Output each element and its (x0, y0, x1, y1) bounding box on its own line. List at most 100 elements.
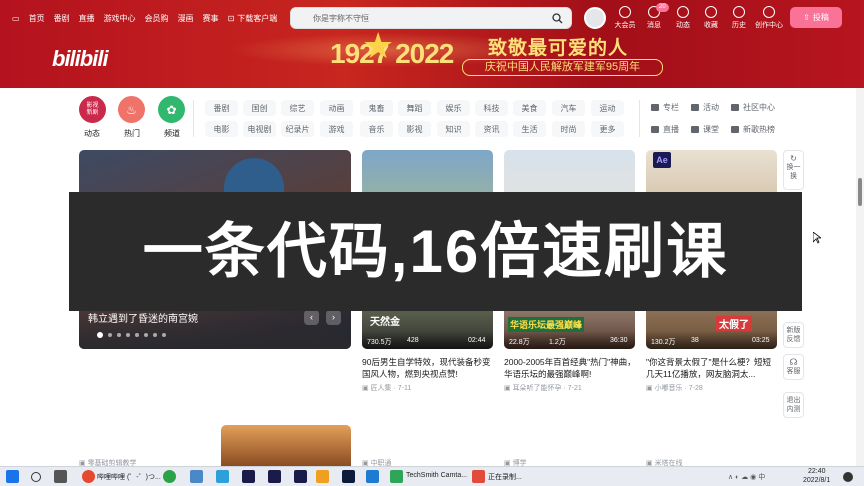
nav-esports[interactable]: 赛事 (203, 13, 219, 24)
photoshop-icon[interactable] (342, 470, 355, 483)
nav-manga[interactable]: 漫画 (178, 13, 194, 24)
carousel-dots[interactable] (97, 332, 166, 338)
video-card-meta-1[interactable]: ▣ 匠人集 · 7-11 (362, 383, 411, 393)
taskbar-item-recording[interactable]: 正在录制... (488, 472, 522, 482)
channel-chip-row2-2[interactable]: 纪录片 (281, 121, 314, 137)
nav-dynamic[interactable]: 动态 (670, 6, 696, 30)
taskbar-date[interactable]: 2022/8/1 (803, 477, 830, 484)
dynamic-circle-icon[interactable]: 影视 新剧 (79, 96, 106, 123)
carousel-dot[interactable] (162, 333, 166, 337)
channel-hot-label[interactable]: 热门 (124, 128, 140, 139)
windows-start-icon[interactable] (6, 470, 19, 483)
camtasia-icon[interactable] (390, 470, 403, 483)
nav-home[interactable]: 首页 (29, 13, 45, 24)
channel-chip-row2-3[interactable]: 游戏 (320, 121, 353, 137)
nav-creator[interactable]: 创作中心 (752, 6, 786, 30)
carousel-next-button[interactable]: › (326, 310, 341, 325)
channel-chip-row1-7[interactable]: 科技 (475, 100, 508, 116)
video-card-meta-3[interactable]: ▣ 小嘟音乐 · 7-28 (646, 383, 703, 393)
download-icon[interactable]: ⊡ (228, 14, 235, 23)
nav-history[interactable]: 历史 (726, 6, 752, 30)
channel-chip-row2-1[interactable]: 电视剧 (243, 121, 276, 137)
side-link-column[interactable]: 专栏 (651, 102, 679, 113)
search-taskbar-icon[interactable] (31, 472, 41, 482)
nav-game-center[interactable]: 游戏中心 (104, 13, 136, 24)
hot-fire-icon[interactable]: ♨ (118, 96, 145, 123)
nav-favorites[interactable]: 收藏 (698, 6, 724, 30)
search-icon[interactable] (552, 13, 563, 24)
side-link-course[interactable]: 课堂 (691, 124, 719, 135)
channel-chip-row1-2[interactable]: 综艺 (281, 100, 314, 116)
carousel-dot[interactable] (144, 333, 148, 337)
channel-chip-row2-5[interactable]: 影视 (398, 121, 431, 137)
channel-chip-row2-4[interactable]: 音乐 (360, 121, 393, 137)
video-card-title-1[interactable]: 90后男生自学特效，现代装备秒变国风人物，燃到央视点赞! (362, 356, 495, 380)
channel-chip-row2-7[interactable]: 资讯 (475, 121, 508, 137)
channel-chip-row2-0[interactable]: 电影 (205, 121, 238, 137)
channel-chip-row2-8[interactable]: 生活 (513, 121, 546, 137)
page-scrollbar[interactable] (856, 88, 864, 466)
chrome-icon[interactable] (82, 470, 95, 483)
channel-flower-icon[interactable]: ✿ (158, 96, 185, 123)
side-link-activity[interactable]: 活动 (691, 102, 719, 113)
channel-chip-row1-9[interactable]: 汽车 (552, 100, 585, 116)
side-link-live[interactable]: 直播 (651, 124, 679, 135)
refresh-button[interactable]: ↻ 换一换 (783, 150, 804, 190)
after-effects-icon[interactable] (294, 470, 307, 483)
channel-chip-row2-6[interactable]: 知识 (437, 121, 470, 137)
notification-icon[interactable] (843, 472, 853, 482)
channel-channel-label[interactable]: 频道 (164, 128, 180, 139)
scrollbar-thumb[interactable] (858, 178, 862, 206)
taskbar-item-camtasia[interactable]: TechSmith Camta... (406, 472, 467, 479)
side-link-community[interactable]: 社区中心 (731, 102, 775, 113)
audition-icon[interactable] (242, 470, 255, 483)
video-card-title-2[interactable]: 2000-2005年百首经典"热门"神曲，华语乐坛的最强巅峰啊! (504, 356, 637, 380)
nav-shop[interactable]: 会员购 (145, 13, 169, 24)
explorer-icon[interactable] (190, 470, 203, 483)
video-card-meta-2[interactable]: ▣ 耳朵听了能怀孕 · 7-21 (504, 383, 582, 393)
premiere-icon[interactable] (268, 470, 281, 483)
task-view-icon[interactable] (54, 470, 67, 483)
recorder-icon[interactable] (472, 470, 485, 483)
vscode-icon[interactable] (366, 470, 379, 483)
channel-chip-row1-5[interactable]: 舞蹈 (398, 100, 431, 116)
channel-chip-row1-10[interactable]: 运动 (591, 100, 624, 116)
carousel-prev-button[interactable]: ‹ (304, 310, 319, 325)
channel-chip-row1-0[interactable]: 番剧 (205, 100, 238, 116)
carousel-dot[interactable] (126, 333, 130, 337)
upload-button[interactable]: ⇪ 投稿 (790, 7, 842, 28)
carousel-dot-active[interactable] (97, 332, 103, 338)
carousel-dot[interactable] (117, 333, 121, 337)
avatar[interactable] (584, 7, 606, 29)
feature-caption[interactable]: 韩立遇到了昏迷的南宫婉 (88, 310, 198, 325)
nav-download[interactable]: 下载客户端 (237, 13, 277, 24)
store-icon[interactable] (216, 470, 229, 483)
carousel-dot[interactable] (135, 333, 139, 337)
channel-chip-row2-10[interactable]: 更多 (591, 121, 624, 137)
support-button[interactable]: ☊ 客服 (783, 354, 804, 380)
taskbar-time[interactable]: 22:40 (808, 468, 826, 475)
carousel-dot[interactable] (108, 333, 112, 337)
nav-vip[interactable]: 大会员 (612, 6, 638, 30)
folder-icon[interactable] (316, 470, 329, 483)
nav-live[interactable]: 直播 (79, 13, 95, 24)
bilibili-logo[interactable]: bilibili (52, 46, 109, 72)
carousel-dot[interactable] (153, 333, 157, 337)
channel-chip-row1-1[interactable]: 国创 (243, 100, 276, 116)
tray-icons[interactable]: ∧ ◐ ☁ ◉ 中 (728, 472, 765, 482)
channel-chip-row1-6[interactable]: 娱乐 (437, 100, 470, 116)
nav-bangumi[interactable]: 番剧 (54, 13, 70, 24)
channel-chip-row2-9[interactable]: 时尚 (552, 121, 585, 137)
feedback-button[interactable]: 新版反馈 (783, 322, 804, 348)
next-row-thumb[interactable] (221, 425, 351, 466)
video-card-title-3[interactable]: "你这背景太假了"是什么梗？短短几天11亿播放，网友脑洞太... (646, 356, 779, 380)
home-icon[interactable]: ▭ (12, 14, 20, 23)
side-link-songs[interactable]: 新歌热榜 (731, 124, 775, 135)
channel-dynamic-label[interactable]: 动态 (84, 128, 100, 139)
channel-chip-row1-8[interactable]: 美食 (513, 100, 546, 116)
exit-beta-button[interactable]: 退出内测 (783, 392, 804, 418)
edge-icon[interactable] (163, 470, 176, 483)
channel-chip-row1-4[interactable]: 鬼畜 (360, 100, 393, 116)
search-input[interactable]: 你是宇称不守恒 (290, 7, 572, 29)
taskbar-item-bilibili[interactable]: 哔哩哔哩 (゜-゜)つ... (97, 472, 161, 482)
